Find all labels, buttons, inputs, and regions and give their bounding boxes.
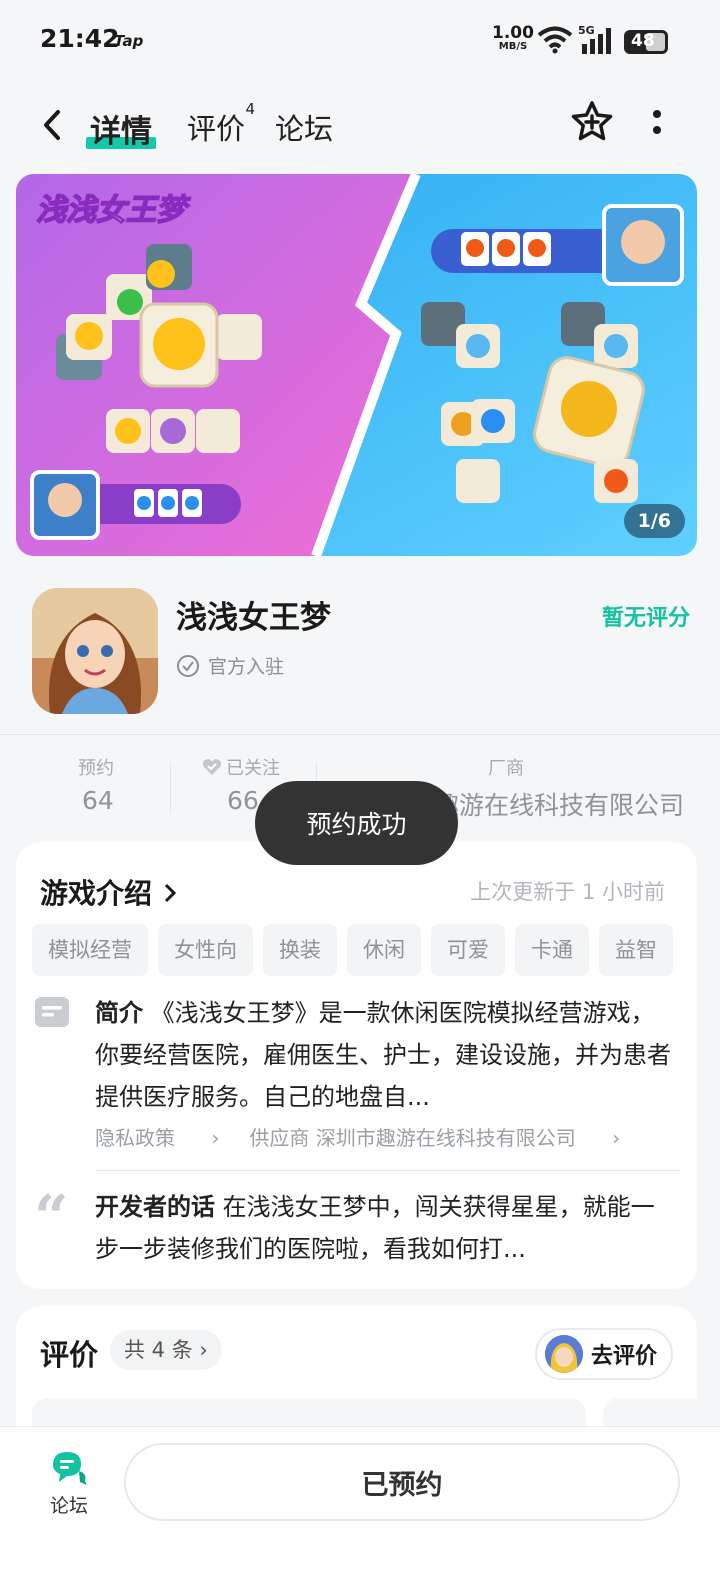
- forum-button[interactable]: 论坛: [40, 1449, 98, 1518]
- star-add-icon[interactable]: [570, 100, 614, 144]
- intro-title[interactable]: 游戏介绍: [40, 872, 178, 912]
- network-speed: 1.00 MB/S: [492, 23, 534, 53]
- svg-text:5G: 5G: [578, 24, 595, 37]
- tag-chip[interactable]: 女性向: [158, 924, 253, 976]
- more-options-icon[interactable]: [645, 108, 669, 142]
- official-badge: 官方入驻: [176, 652, 284, 679]
- wifi-icon: [537, 26, 573, 54]
- tag-chip[interactable]: 卡通: [515, 924, 589, 976]
- stat-reservations-label: 预约: [78, 758, 114, 779]
- policy-links: 隐私政策 › 供应商 深圳市趣游在线科技有限公司 ›: [95, 1122, 650, 1151]
- top-nav: 详情 评价 4 论坛: [0, 92, 720, 162]
- supplier-link[interactable]: 供应商 深圳市趣游在线科技有限公司 ›: [249, 1126, 620, 1150]
- tab-detail[interactable]: 详情: [86, 106, 156, 151]
- status-time: 21:42: [40, 24, 120, 53]
- tab-review[interactable]: 评价 4: [187, 100, 255, 148]
- write-review-button[interactable]: 去评价: [534, 1328, 673, 1380]
- game-intro-card: 游戏介绍 上次更新于 1 小时前 模拟经营 女性向 换装 休闲 可爱 卡通 益智 简介 《浅…: [16, 842, 697, 1289]
- svg-text:浅浅女王梦: 浅浅女王梦: [36, 193, 191, 228]
- tag-chip[interactable]: 模拟经营: [32, 924, 148, 976]
- banner-artwork: 浅浅女王梦: [16, 174, 697, 556]
- chevron-right-icon: [164, 883, 176, 903]
- divider: [0, 734, 720, 735]
- quote-icon: “: [34, 1183, 69, 1253]
- heart-check-icon: [202, 759, 222, 775]
- signal-icon: 5G: [578, 24, 611, 54]
- toast-message: 预约成功: [255, 781, 458, 865]
- stat-reservations-value: 64: [82, 786, 114, 815]
- summary-text[interactable]: 简介 《浅浅女王梦》是一款休闲医院模拟经营游戏，你要经营医院，雇佣医生、护士，建…: [95, 992, 673, 1118]
- tag-chip[interactable]: 休闲: [347, 924, 421, 976]
- tab-forum[interactable]: 论坛: [275, 106, 333, 148]
- carousel-counter: 1/6: [623, 504, 685, 538]
- last-updated: 上次更新于 1 小时前: [470, 880, 665, 904]
- verified-check-icon: [177, 654, 199, 677]
- stat-follow-value: 66: [227, 786, 259, 815]
- tag-chip[interactable]: 换装: [263, 924, 337, 976]
- tap-badge: Tap: [114, 32, 144, 50]
- stat-divider: [170, 762, 171, 814]
- review-count-badge: 4: [245, 100, 256, 118]
- battery-icon: 48: [624, 30, 668, 54]
- tag-chip[interactable]: 益智: [599, 924, 673, 976]
- app-icon: [32, 588, 158, 714]
- reserved-button[interactable]: 已预约: [124, 1443, 680, 1521]
- summary-icon: [35, 997, 69, 1027]
- chat-bubble-icon: [53, 1452, 87, 1485]
- avatar: [544, 1335, 583, 1373]
- back-arrow-icon[interactable]: [36, 108, 70, 142]
- app-name: 浅浅女王梦: [176, 600, 331, 636]
- stat-vendor-label: 厂商: [488, 758, 524, 779]
- reviews-count-button[interactable]: 共 4 条 ›: [110, 1330, 222, 1370]
- tag-list: 模拟经营 女性向 换装 休闲 可爱 卡通 益智: [32, 924, 682, 976]
- reviews-title: 评价: [40, 1338, 99, 1372]
- rating-status: 暂无评分: [601, 606, 690, 631]
- bottom-action-bar: 论坛 已预约: [0, 1426, 720, 1584]
- tag-chip[interactable]: 可爱: [431, 924, 505, 976]
- privacy-policy-link[interactable]: 隐私政策 ›: [95, 1126, 219, 1150]
- status-bar: 21:42 Tap 1.00 MB/S 5G 48: [0, 0, 720, 80]
- screenshot-carousel[interactable]: 浅浅女王梦 1/6: [16, 174, 697, 556]
- developer-note[interactable]: 开发者的话 在浅浅女王梦中，闯关获得星星，就能一步一步装修我们的医院啦，看我如何…: [95, 1186, 673, 1270]
- stat-follow-label[interactable]: 已关注: [202, 754, 280, 780]
- divider: [95, 1170, 681, 1171]
